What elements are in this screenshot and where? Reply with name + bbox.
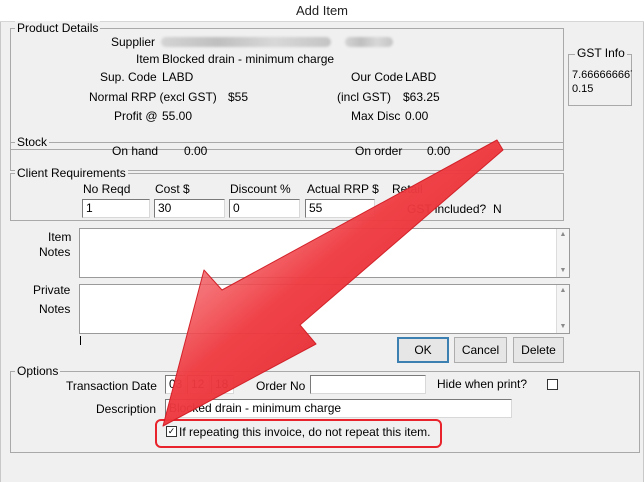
item-notes-label-2: Notes — [39, 245, 71, 259]
transaction-date-label: Transaction Date — [66, 379, 157, 393]
scroll-down-icon[interactable]: ▼ — [557, 265, 569, 277]
private-notes-scrollbar[interactable]: ▲ ▼ — [556, 285, 569, 333]
sup-code-value: LABD — [162, 70, 194, 84]
normal-rrp-value: $55 — [228, 90, 249, 104]
date-day-input[interactable]: 03 — [165, 375, 186, 394]
gst-included-label: GST included? — [407, 202, 487, 216]
no-reqd-label: No Reqd — [83, 182, 131, 196]
item-value: Blocked drain - minimum charge — [162, 52, 335, 66]
window-title: Add Item — [0, 0, 644, 22]
order-no-input[interactable] — [310, 375, 426, 394]
delete-button[interactable]: Delete — [513, 337, 564, 363]
on-order-value: 0.00 — [427, 144, 451, 158]
discount-input[interactable]: 0 — [229, 199, 300, 218]
supplier-value-redacted-2 — [345, 37, 393, 47]
our-code-label: Our Code — [351, 70, 404, 84]
item-notes-label-1: Item — [48, 230, 72, 244]
options-legend: Options — [15, 364, 61, 378]
actual-rrp-label: Actual RRP $ — [307, 182, 379, 196]
cost-input[interactable]: 30 — [154, 199, 225, 218]
our-code-value: LABD — [405, 70, 437, 84]
max-disc-label: Max Disc — [351, 109, 401, 123]
hide-when-print-checkbox[interactable] — [547, 379, 558, 390]
gst-info-legend: GST Info — [575, 46, 627, 60]
product-details-legend: Product Details — [15, 21, 101, 35]
profit-label: Profit @ — [114, 109, 158, 123]
on-order-label: On order — [355, 144, 403, 158]
order-no-label: Order No — [256, 379, 306, 393]
supplier-value-redacted — [161, 37, 331, 47]
no-reqd-input[interactable]: 1 — [82, 199, 150, 218]
gst-included-value: N — [493, 202, 502, 216]
cancel-button[interactable]: Cancel — [454, 337, 507, 363]
description-label: Description — [96, 402, 157, 416]
profit-value: 55.00 — [162, 109, 193, 123]
actual-rrp-input[interactable]: 55 — [305, 199, 375, 218]
scroll-down-icon[interactable]: ▼ — [557, 321, 569, 333]
stock-legend: Stock — [15, 135, 50, 149]
on-hand-label: On hand — [112, 144, 159, 158]
client-requirements-legend: Client Requirements — [15, 166, 128, 180]
gst-info-group: GST Info 7.666666667 0.15 — [568, 46, 632, 106]
date-year-input[interactable]: 18 — [211, 375, 234, 394]
gst-info-value-1: 7.666666667 — [572, 69, 632, 81]
cost-label: Cost $ — [155, 182, 190, 196]
hide-when-print-label: Hide when print? — [437, 377, 528, 391]
ok-button[interactable]: OK — [397, 337, 449, 363]
dialog-body: Product Details Supplier Item Blocked dr… — [0, 21, 644, 482]
max-disc-value: 0.00 — [405, 109, 429, 123]
sup-code-label: Sup. Code — [100, 70, 157, 84]
supplier-label: Supplier — [111, 35, 156, 49]
text-cursor — [80, 336, 81, 345]
private-notes-label-1: Private — [33, 283, 71, 297]
incl-gst-label: (incl GST) — [337, 90, 391, 104]
on-hand-value: 0.00 — [184, 144, 208, 158]
description-input[interactable]: Blocked drain - minimum charge — [165, 399, 512, 418]
date-month-input[interactable]: 12 — [187, 375, 210, 394]
scroll-up-icon[interactable]: ▲ — [557, 229, 569, 241]
item-label: Item — [136, 52, 160, 66]
item-notes-scrollbar[interactable]: ▲ ▼ — [556, 229, 569, 277]
item-notes-textarea[interactable]: ▲ ▼ — [79, 228, 570, 278]
private-notes-textarea[interactable]: ▲ ▼ — [79, 284, 570, 334]
discount-label: Discount % — [230, 182, 291, 196]
annotation-highlight-box — [155, 419, 442, 448]
normal-rrp-label: Normal RRP (excl GST) — [89, 90, 217, 104]
private-notes-label-2: Notes — [39, 302, 71, 316]
gst-info-value-2: 0.15 — [572, 83, 594, 95]
retail-label: Retail — [392, 182, 423, 196]
incl-gst-value: $63.25 — [403, 90, 440, 104]
scroll-up-icon[interactable]: ▲ — [557, 285, 569, 297]
